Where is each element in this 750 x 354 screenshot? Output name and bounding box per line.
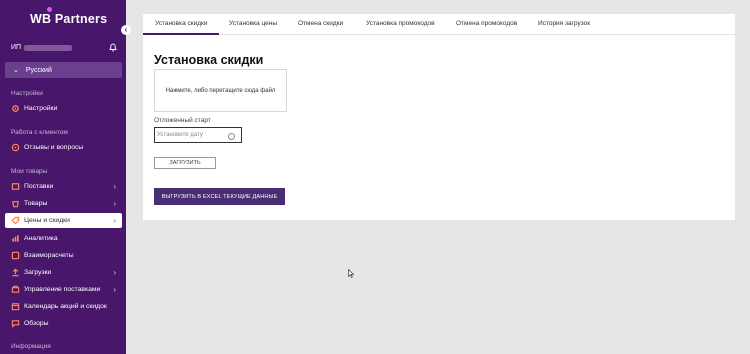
- user-name-redacted: [24, 44, 73, 51]
- sidebar-item-reviews[interactable]: Обзоры: [5, 316, 122, 331]
- chevron-right-icon: ›: [113, 285, 116, 294]
- price-tag-icon: [11, 216, 20, 225]
- sidebar-item-goods[interactable]: Товары ›: [5, 196, 122, 211]
- sidebar-item-label: Отзывы и вопросы: [24, 144, 84, 151]
- tab-upload-history[interactable]: История загрузок: [538, 20, 590, 27]
- language-selector[interactable]: ⌄ Русский: [5, 62, 122, 78]
- page-title: Установка скидки: [154, 53, 264, 67]
- settlements-icon: [11, 251, 20, 260]
- sidebar-item-label: Управление поставками: [24, 286, 101, 293]
- mouse-cursor-icon: [348, 269, 354, 278]
- date-placeholder: Установите дату: [157, 132, 203, 138]
- sidebar-item-supplies[interactable]: Поставки ›: [5, 179, 122, 194]
- tab-set-discount[interactable]: Установка скидки: [143, 20, 218, 35]
- supply-icon: [11, 183, 20, 190]
- user-account[interactable]: ИП: [11, 44, 73, 51]
- sidebar-item-label: Поставки: [24, 183, 54, 190]
- sidebar-item-uploads[interactable]: Загрузки ›: [5, 265, 122, 280]
- sidebar-item-label: Настройки: [24, 105, 58, 112]
- export-excel-button[interactable]: ВЫГРУЗИТЬ В EXCEL ТЕКУЩИЕ ДАННЫЕ: [154, 188, 285, 205]
- chevron-right-icon: ›: [113, 199, 116, 208]
- sidebar-item-label: Обзоры: [24, 320, 49, 327]
- wb-partners-logo[interactable]: WB Partners: [30, 7, 108, 26]
- user-prefix: ИП: [11, 44, 22, 51]
- chevron-right-icon: ›: [113, 182, 116, 191]
- sidebar-item-settlements[interactable]: Взаиморасчеты: [5, 248, 122, 263]
- chevron-right-icon: ›: [113, 216, 116, 225]
- bell-icon[interactable]: [108, 42, 118, 52]
- tab-cancel-discount[interactable]: Отмена скидки: [298, 20, 343, 27]
- sidebar-item-label: Взаиморасчеты: [24, 252, 74, 259]
- date-input[interactable]: Установите дату: [154, 127, 242, 143]
- logo-text: WB Partners: [30, 12, 108, 26]
- language-label: Русский: [25, 66, 52, 74]
- sidebar-item-analytics[interactable]: Аналитика: [5, 231, 122, 246]
- reviews-icon: [11, 320, 20, 328]
- reviews-icon: [11, 143, 20, 152]
- sidebar-item-settings[interactable]: Настройки: [5, 101, 122, 116]
- clock-icon[interactable]: [228, 133, 235, 140]
- file-dropzone[interactable]: Нажмите, либо перетащите сюда файл: [154, 69, 287, 112]
- sidebar-item-prices-discounts[interactable]: Цены и скидки ›: [5, 213, 122, 228]
- chevron-down-icon: ⌄: [13, 67, 19, 74]
- sidebar-item-label: Аналитика: [24, 235, 58, 242]
- tab-bar: Установка скидки Установка цены Отмена с…: [143, 14, 735, 35]
- chevron-left-icon: ‹: [124, 25, 128, 34]
- sidebar-item-label: Цены и скидки: [24, 217, 70, 224]
- main-panel: Установка скидки Установка цены Отмена с…: [143, 14, 735, 220]
- supply-management-icon: [11, 285, 20, 293]
- section-information: Информация: [11, 343, 51, 350]
- upload-button[interactable]: ЗАГРУЗИТЬ: [154, 157, 216, 169]
- dropzone-text: Нажмите, либо перетащите сюда файл: [165, 87, 276, 94]
- gear-icon: [12, 105, 19, 112]
- sidebar-item-label: Календарь акций и скидок: [24, 303, 107, 310]
- delayed-start-label: Отложенный старт: [154, 117, 211, 124]
- logo-dot: [47, 7, 52, 12]
- sidebar-item-label: Товары: [24, 200, 48, 207]
- goods-icon: [12, 201, 19, 208]
- calendar-icon: [11, 303, 20, 311]
- sidebar-item-label: Загрузки: [24, 269, 52, 276]
- tab-set-promocodes[interactable]: Установка промокодов: [366, 20, 435, 27]
- sidebar-item-promo-calendar[interactable]: Календарь акций и скидок: [5, 299, 122, 314]
- sidebar: WB Partners ИП ⌄ Русский Настройки Настр…: [0, 0, 126, 354]
- sidebar-item-reviews-questions[interactable]: Отзывы и вопросы: [5, 140, 122, 155]
- tab-set-price[interactable]: Установка цены: [229, 20, 277, 27]
- tab-cancel-promocodes[interactable]: Отмена промокодов: [456, 20, 517, 27]
- section-work-with-client: Работа с клиентом: [11, 129, 68, 136]
- sidebar-item-supply-management[interactable]: Управление поставками ›: [5, 282, 122, 297]
- chevron-right-icon: ›: [113, 268, 116, 277]
- upload-icon: [12, 268, 19, 277]
- section-my-goods: Мои товары: [11, 168, 48, 175]
- analytics-icon: [12, 235, 19, 242]
- collapse-sidebar-button[interactable]: ‹: [121, 25, 131, 35]
- section-settings: Настройки: [11, 90, 43, 97]
